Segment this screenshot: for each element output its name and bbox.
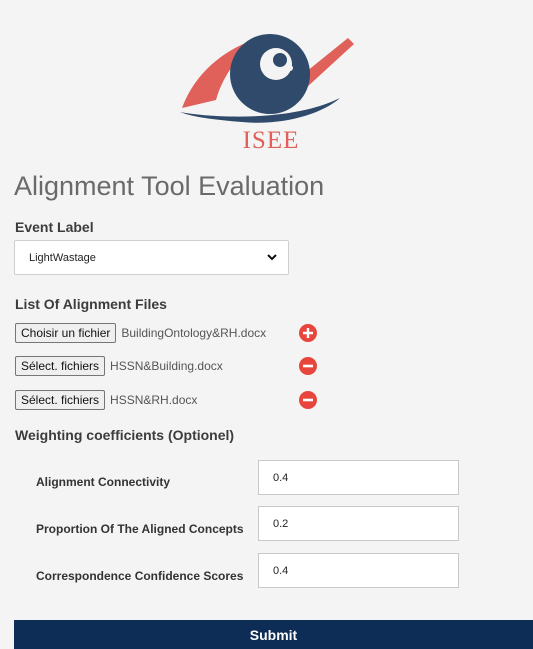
alignment-files-heading: List Of Alignment Files bbox=[15, 296, 167, 312]
add-icon[interactable] bbox=[298, 323, 318, 348]
remove-icon[interactable] bbox=[298, 356, 318, 381]
select-files-button[interactable]: Sélect. fichiers bbox=[15, 356, 106, 376]
coefficient-label: Proportion Of The Aligned Concepts bbox=[36, 522, 244, 536]
logo-text: ISEE bbox=[242, 127, 300, 154]
chevron-down-icon bbox=[266, 251, 278, 266]
coefficient-label: Correspondence Confidence Scores bbox=[36, 569, 244, 583]
remove-icon[interactable] bbox=[298, 390, 318, 415]
file-row: Sélect. fichiers HSSN&RH.docx bbox=[15, 389, 197, 411]
coefficient-label: Alignment Connectivity bbox=[36, 475, 171, 489]
weighting-coefficients-heading: Weighting coefficients (Optionel) bbox=[15, 427, 235, 443]
submit-button[interactable]: Submit bbox=[14, 620, 533, 649]
isee-logo: ISEE bbox=[172, 22, 362, 162]
alignment-connectivity-input[interactable]: 0.4 bbox=[258, 460, 459, 495]
file-name: BuildingOntology&RH.docx bbox=[121, 326, 267, 340]
file-row: Sélect. fichiers HSSN&Building.docx bbox=[15, 355, 223, 377]
select-files-button[interactable]: Sélect. fichiers bbox=[15, 390, 106, 410]
choose-file-button[interactable]: Choisir un fichier bbox=[15, 323, 117, 343]
page-title: Alignment Tool Evaluation bbox=[14, 171, 325, 201]
file-name: HSSN&RH.docx bbox=[110, 393, 198, 407]
file-name: HSSN&Building.docx bbox=[110, 359, 223, 373]
event-label-select[interactable]: LightWastage bbox=[14, 240, 289, 275]
confidence-scores-input[interactable]: 0.4 bbox=[258, 553, 459, 588]
aligned-concepts-proportion-input[interactable]: 0.2 bbox=[258, 506, 459, 541]
event-label-selected-value: LightWastage bbox=[29, 251, 96, 264]
event-label-heading: Event Label bbox=[15, 219, 94, 235]
file-row: Choisir un fichier BuildingOntology&RH.d… bbox=[15, 322, 266, 344]
